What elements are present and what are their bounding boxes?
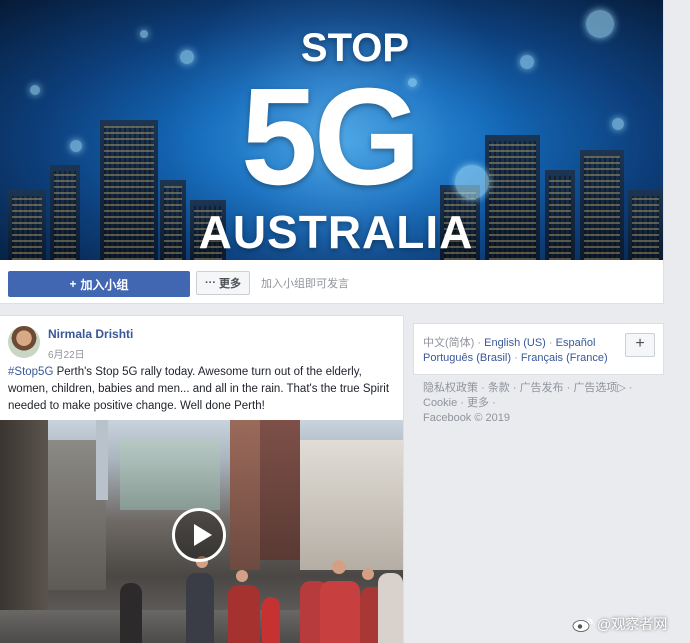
more-label: 更多	[219, 278, 241, 290]
language-link-francais-france[interactable]: Français (France)	[521, 352, 608, 364]
watermark: @观察者网	[572, 614, 667, 634]
join-group-button[interactable]: + 加入小组	[8, 271, 190, 297]
language-link-english-us[interactable]: English (US)	[484, 337, 546, 349]
post-card: Nirmala Drishti 6月22日 #Stop5G Perth's St…	[0, 315, 404, 643]
join-hint-text: 加入小组即可发言	[261, 278, 349, 290]
add-language-button[interactable]: +	[625, 333, 655, 357]
watermark-text: @观察者网	[597, 616, 668, 632]
post-body-text: Perth's Stop 5G rally today. Awesome tur…	[8, 366, 390, 412]
more-button[interactable]: ··· 更多	[196, 271, 250, 295]
footer-link-terms[interactable]: 条款	[488, 382, 510, 394]
plus-icon: +	[69, 277, 77, 291]
language-list: 中文(简体) · English (US) · Español Portuguê…	[423, 337, 608, 364]
cover-title-5g: 5G	[240, 60, 421, 214]
cover-title-australia: AUSTRALIA	[198, 206, 474, 258]
post-timestamp[interactable]: 6月22日	[48, 346, 85, 361]
footer-link-more[interactable]: 更多	[467, 397, 489, 409]
weibo-logo-icon	[572, 618, 593, 632]
language-link-espanol[interactable]: Español	[556, 337, 596, 349]
post-author-name[interactable]: Nirmala Drishti	[48, 327, 133, 341]
footer-copyright: Facebook © 2019	[423, 412, 510, 424]
language-selector-card: 中文(简体) · English (US) · Español Portuguê…	[413, 323, 664, 375]
cover-photo: STOP 5G AUSTRALIA	[0, 0, 663, 260]
page-footer: 隐私权政策 · 条款 · 广告发布 · 广告选项▷ · Cookie · 更多 …	[423, 382, 633, 424]
ad-choices-icon: ▷	[617, 382, 626, 394]
post-video[interactable]	[0, 420, 403, 643]
footer-link-privacy[interactable]: 隐私权政策	[423, 382, 478, 394]
join-group-label: 加入小组	[80, 277, 129, 292]
hashtag-link[interactable]: #Stop5G	[8, 366, 53, 378]
footer-link-advertising[interactable]: 广告发布	[520, 382, 564, 394]
footer-link-ad-choices[interactable]: 广告选项	[573, 382, 617, 394]
more-dots-icon: ···	[205, 277, 216, 289]
play-icon[interactable]	[172, 508, 226, 562]
footer-link-cookies[interactable]: Cookie	[423, 397, 457, 409]
language-link-portugues-brasil[interactable]: Português (Brasil)	[423, 352, 511, 364]
group-header-card: STOP 5G AUSTRALIA + 加入小组 ··· 更多 加入小组即可发言	[0, 0, 664, 304]
current-language: 中文(简体)	[423, 337, 475, 349]
post-body: #Stop5G Perth's Stop 5G rally today. Awe…	[8, 364, 400, 415]
author-avatar[interactable]	[8, 326, 40, 358]
